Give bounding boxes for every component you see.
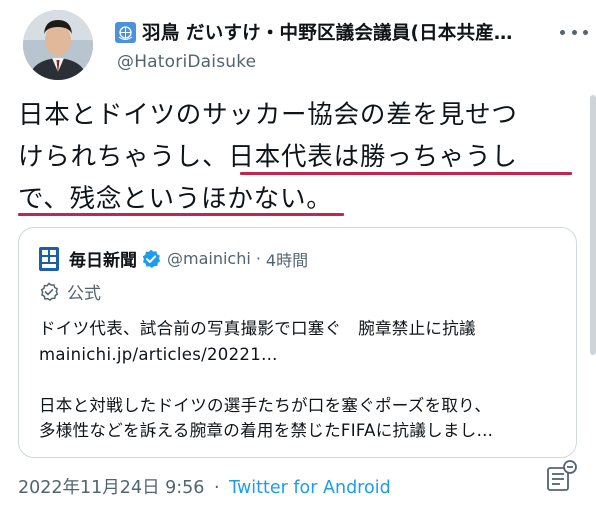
quoted-summary-line: 多様性などを訴える腕章の着用を禁じたFIFAに抗議しまし…: [39, 421, 494, 440]
avatar[interactable]: [23, 10, 93, 80]
quoted-handle[interactable]: @mainichi: [167, 249, 251, 268]
quoted-tweet-header: 毎日新聞 @mainichi · 4時間: [39, 246, 308, 271]
quoted-time[interactable]: 4時間: [266, 247, 308, 271]
quoted-tweet-card[interactable]: 毎日新聞 @mainichi · 4時間 公式 ドイツ代表、試合前の写真撮影で口…: [18, 227, 577, 458]
more-dot-icon: [571, 29, 577, 35]
scrollbar[interactable]: [590, 95, 596, 355]
footer-separator: ·: [214, 478, 220, 498]
tweet-text-line: 日本とドイツのサッカー協会の差を見せつ: [18, 100, 518, 130]
tweet-footer: 2022年11月24日 9:56 · Twitter for Android: [18, 474, 391, 499]
translate-notes-icon[interactable]: [544, 458, 580, 494]
more-options-button[interactable]: [560, 20, 588, 44]
official-check-icon: [40, 281, 59, 301]
quoted-account-name[interactable]: 毎日新聞: [69, 246, 137, 271]
author-handle[interactable]: @HatoriDaisuke: [117, 52, 256, 72]
highlight-underline: [240, 172, 572, 175]
avatar-photo: [23, 10, 93, 80]
quoted-tweet-body: ドイツ代表、試合前の写真撮影で口塞ぐ 腕章禁止に抗議 mainichi.jp/a…: [39, 316, 564, 444]
quoted-link[interactable]: mainichi.jp/articles/20221…: [39, 342, 564, 368]
tweet-timestamp[interactable]: 2022年11月24日 9:56: [18, 478, 204, 498]
quoted-headline: ドイツ代表、試合前の写真撮影で口塞ぐ 腕章禁止に抗議: [39, 319, 476, 338]
official-label: 公式: [67, 284, 101, 304]
official-label-row: 公式: [39, 279, 101, 304]
highlight-underline: [18, 213, 344, 216]
more-dot-icon: [560, 29, 565, 35]
tweet-detail: 羽鳥 だいすけ・中野区議会議員(日本共産… @HatoriDaisuke 日本と…: [0, 0, 596, 514]
tweet-source-link[interactable]: Twitter for Android: [229, 478, 391, 498]
quoted-summary-line: 日本と対戦したドイツの選手たちが口を塞ぐポーズを取り、: [39, 395, 492, 415]
meta-separator: ·: [255, 249, 261, 268]
united-nations-emblem-icon: [115, 21, 136, 43]
mainichi-logo-icon: [39, 246, 59, 271]
verified-badge-icon: [142, 249, 161, 268]
more-dot-icon: [583, 29, 588, 35]
tweet-text: 日本とドイツのサッカー協会の差を見せつ けられちゃうし、日本代表は勝っちゃうし …: [18, 94, 578, 220]
author-display-name: 羽鳥 だいすけ・中野区議会議員(日本共産…: [142, 23, 513, 44]
author-name-row[interactable]: 羽鳥 だいすけ・中野区議会議員(日本共産…: [115, 18, 513, 46]
